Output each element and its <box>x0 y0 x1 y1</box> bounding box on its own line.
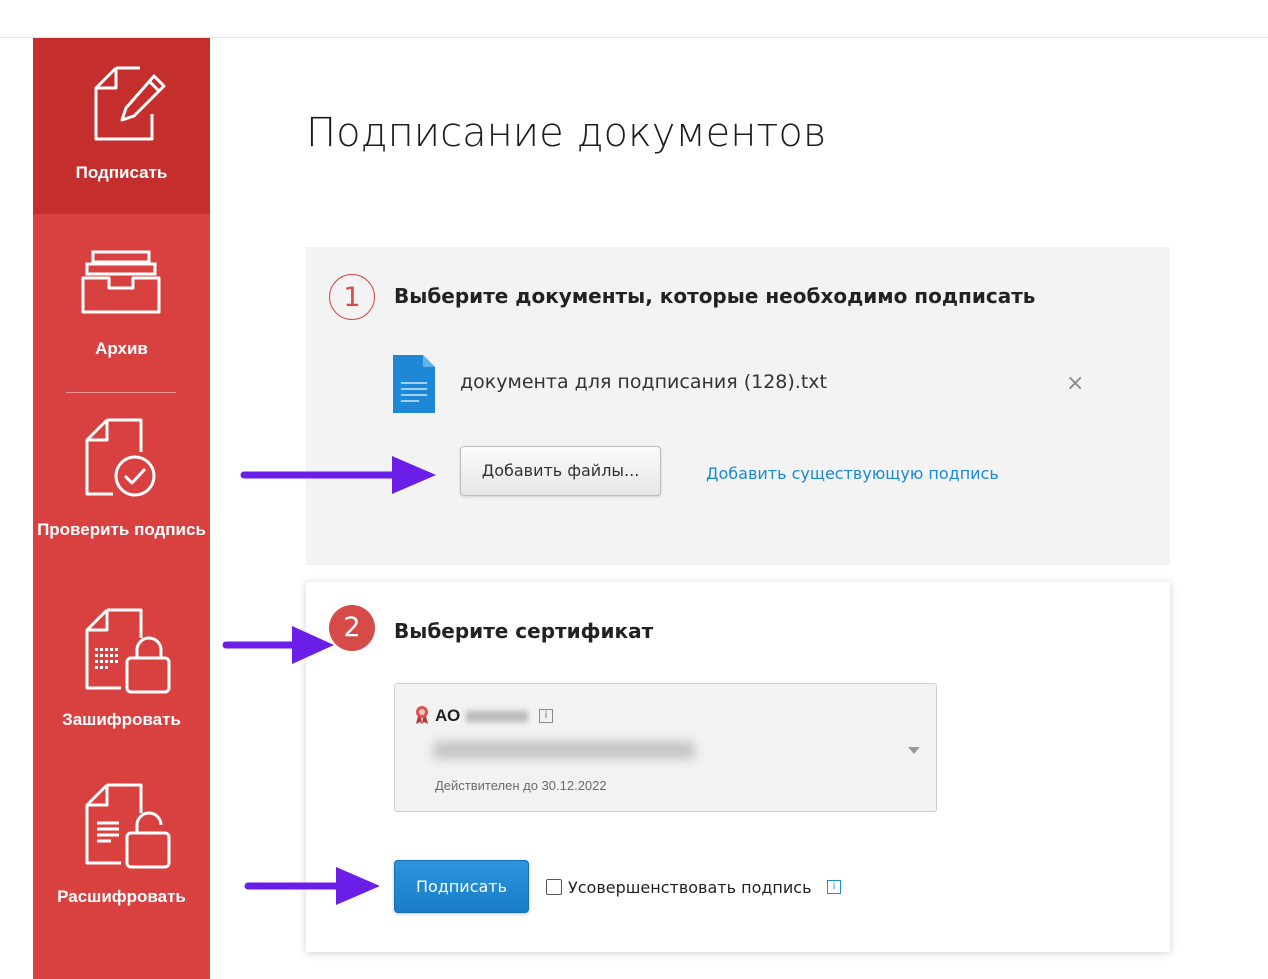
chevron-down-icon <box>908 747 920 754</box>
step-title: Выберите документы, которые необходимо п… <box>394 284 1036 308</box>
add-files-button[interactable]: Добавить файлы... <box>460 446 661 496</box>
annotation-arrow-icon <box>222 626 334 664</box>
sign-document-icon <box>94 66 166 141</box>
sidebar-item-label: Проверить подпись <box>37 520 206 539</box>
sidebar-item-encrypt[interactable]: Зашифровать <box>33 598 210 768</box>
enhance-signature-checkbox[interactable] <box>546 879 562 895</box>
redacted-organization-name <box>466 711 528 722</box>
add-existing-signature-link[interactable]: Добавить существующую подпись <box>706 464 999 483</box>
sidebar-item-archive[interactable]: Архив <box>33 214 210 392</box>
sidebar-nav: Подписать Архив Проверить подпись Зашифр… <box>33 38 210 979</box>
sidebar-item-label: Подписать <box>75 163 168 182</box>
decrypt-unlock-icon <box>85 783 171 869</box>
sign-button[interactable]: Подписать <box>394 860 529 913</box>
sidebar-item-sign[interactable]: Подписать <box>33 38 210 214</box>
step-title: Выберите сертификат <box>394 619 654 643</box>
archive-tray-icon <box>81 250 161 314</box>
certificate-validity: Действителен до 30.12.2022 <box>435 778 607 793</box>
file-name: документа для подписания (128).txt <box>460 371 827 393</box>
text-file-icon <box>393 355 435 413</box>
sidebar-item-label: Архив <box>95 339 148 358</box>
certificate-ribbon-icon <box>416 706 428 724</box>
redacted-certificate-owner <box>433 741 695 759</box>
remove-file-icon[interactable]: × <box>1066 373 1084 395</box>
step-number: 1 <box>329 274 375 320</box>
enhance-signature-label: Усовершенствовать подпись <box>568 878 812 897</box>
top-bar <box>0 0 1268 38</box>
encrypt-lock-icon <box>85 608 171 694</box>
verify-signature-icon <box>85 418 156 497</box>
page-title: Подписание документов <box>306 110 827 156</box>
sidebar-item-label: Расшифровать <box>57 887 186 906</box>
certificate-info-icon[interactable]: i <box>539 709 553 723</box>
sidebar-item-verify[interactable]: Проверить подпись <box>33 408 210 573</box>
file-list-item: документа для подписания (128).txt × <box>393 355 1093 413</box>
certificate-organization: АО <box>435 706 461 725</box>
step-select-certificate: 2 Выберите сертификат АО i Действителен … <box>306 582 1170 952</box>
step-select-documents: 1 Выберите документы, которые необходимо… <box>306 247 1170 565</box>
annotation-arrow-icon <box>244 867 380 905</box>
sidebar-item-label: Зашифровать <box>62 710 181 729</box>
certificate-select[interactable]: АО i Действителен до 30.12.2022 <box>394 683 937 812</box>
sidebar-item-decrypt[interactable]: Расшифровать <box>33 773 210 953</box>
annotation-arrow-icon <box>240 456 436 494</box>
sidebar-divider <box>66 392 176 393</box>
enhance-info-icon[interactable]: i <box>827 880 841 894</box>
